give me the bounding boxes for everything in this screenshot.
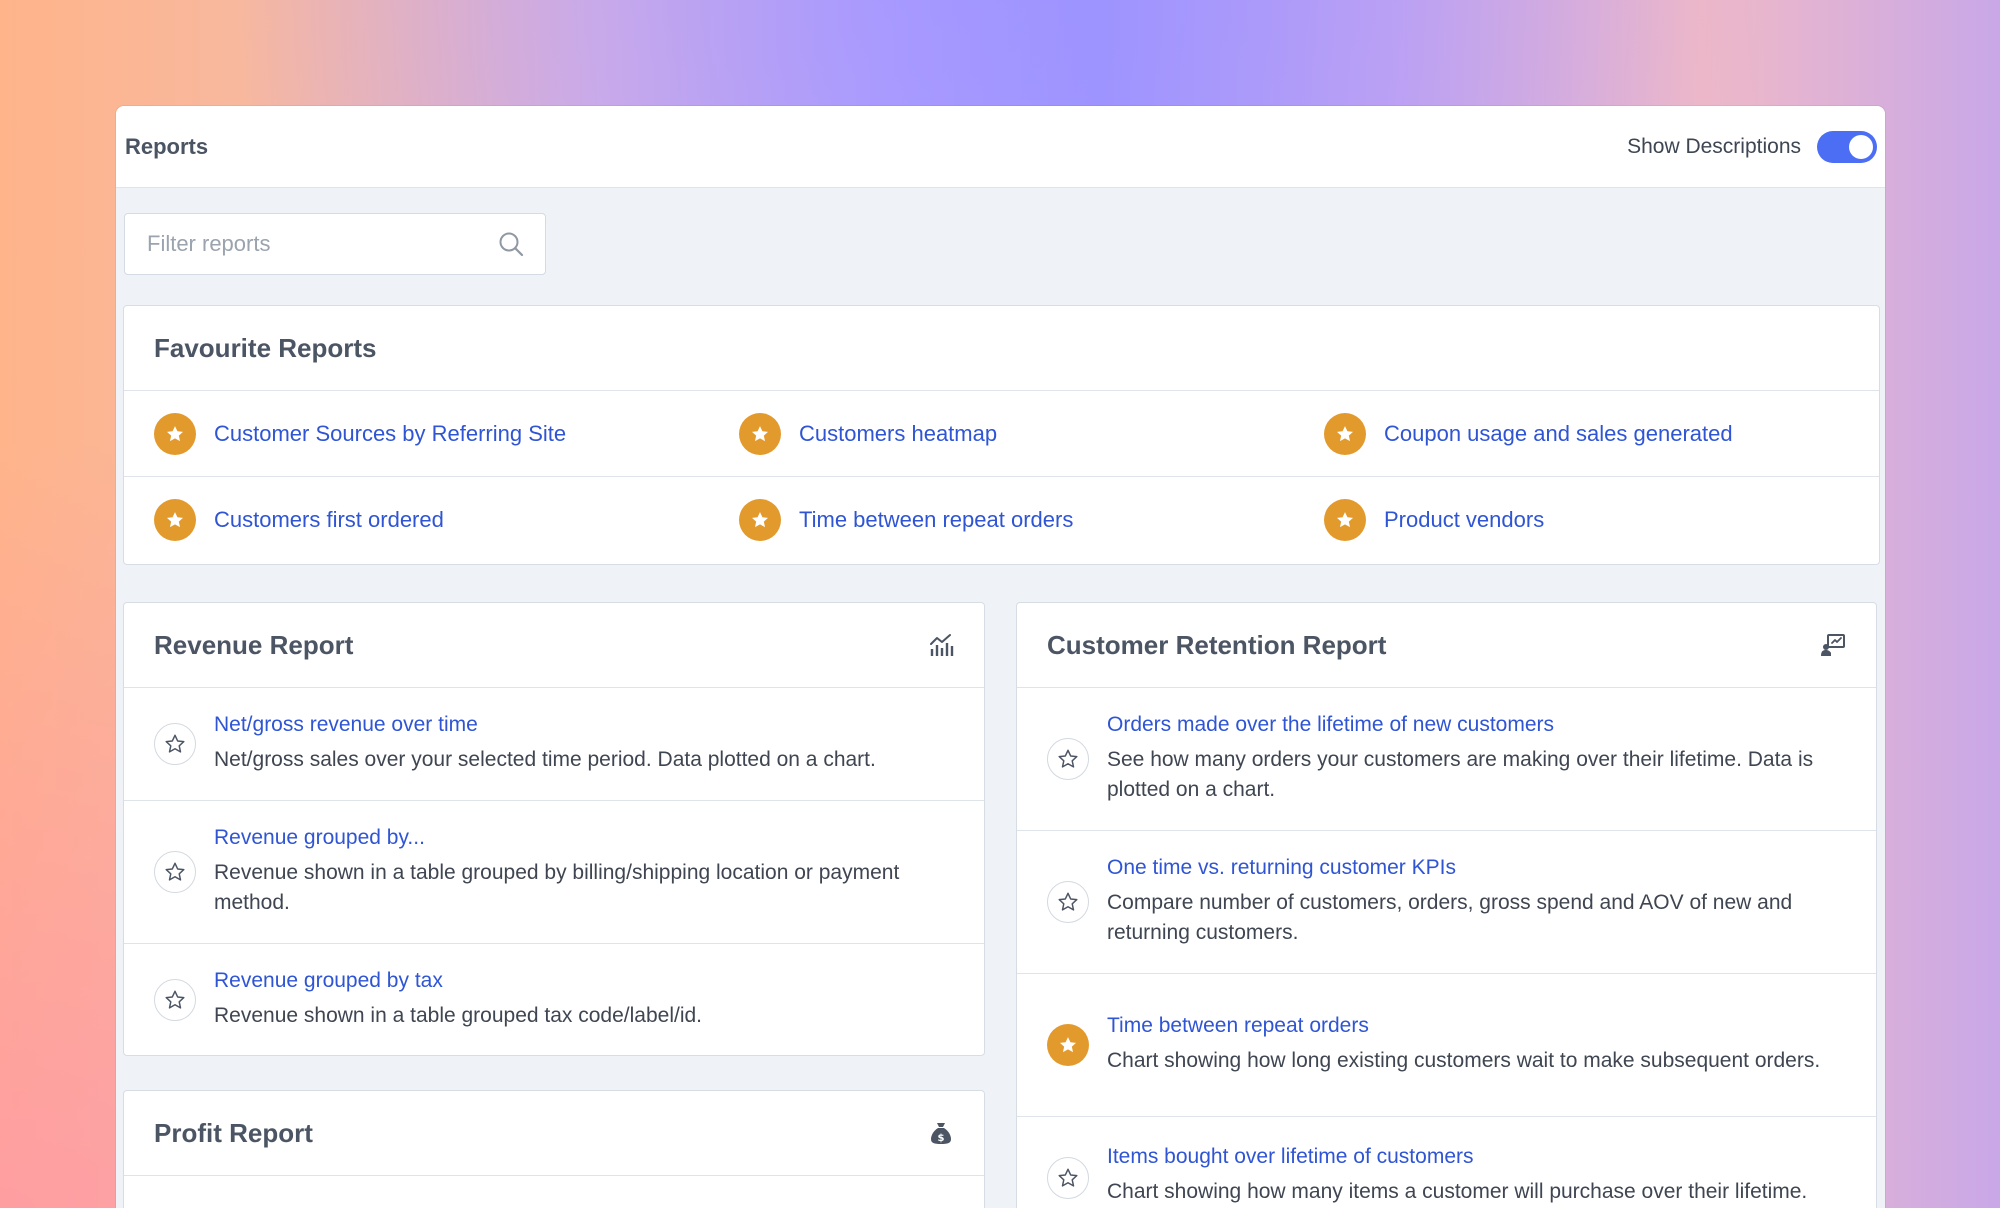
star-filled-icon[interactable] <box>1324 412 1366 455</box>
report-description: Chart showing how many items a customer … <box>1107 1180 1808 1203</box>
favourite-link[interactable]: Time between repeat orders <box>799 507 1073 533</box>
report-item: Revenue grouped by... Revenue shown in a… <box>124 801 984 944</box>
favourite-reports-header: Favourite Reports <box>124 306 1879 391</box>
favourite-link[interactable]: Coupon usage and sales generated <box>1384 421 1733 447</box>
favourite-reports-title: Favourite Reports <box>154 332 377 363</box>
star-outline-icon[interactable] <box>154 723 196 765</box>
favourite-item: Time between repeat orders <box>709 499 1294 541</box>
report-item: One time vs. returning customer KPIs Com… <box>1017 831 1876 974</box>
star-filled-icon[interactable] <box>739 499 781 541</box>
report-item-text: Net/gross revenue over time Net/gross sa… <box>214 713 876 775</box>
report-item-text: One time vs. returning customer KPIs Com… <box>1107 856 1846 948</box>
star-outline-icon[interactable] <box>154 851 196 893</box>
filter-reports-input[interactable] <box>147 231 497 257</box>
show-descriptions-label: Show Descriptions <box>1627 134 1801 158</box>
favourite-item: Customers first ordered <box>124 499 709 541</box>
report-description: See how many orders your customers are m… <box>1107 748 1814 801</box>
report-item-text: Time between repeat orders Chart showing… <box>1107 1014 1820 1076</box>
report-description: Compare number of customers, orders, gro… <box>1107 891 1793 944</box>
report-item: Net/gross revenue over time Net/gross sa… <box>124 688 984 801</box>
report-link[interactable]: Net/gross revenue over time <box>214 713 876 737</box>
report-item-text: Revenue grouped by... Revenue shown in a… <box>214 826 954 918</box>
report-item: Revenue grouped by tax Revenue shown in … <box>124 944 984 1055</box>
report-item: Items bought over lifetime of customers … <box>1017 1117 1876 1208</box>
top-bar: Reports Show Descriptions <box>116 106 1885 188</box>
report-item-text: Revenue grouped by tax Revenue shown in … <box>214 969 702 1031</box>
profit-report-card: Profit Report $ <box>123 1090 985 1208</box>
star-filled-icon[interactable] <box>154 499 196 541</box>
revenue-report-title: Revenue Report <box>154 629 354 660</box>
report-link[interactable]: Revenue grouped by... <box>214 826 954 850</box>
filter-reports-box <box>124 213 546 275</box>
toggle-knob <box>1849 134 1873 159</box>
presentation-icon <box>1821 634 1845 656</box>
star-outline-icon[interactable] <box>1047 738 1089 780</box>
report-item-text: Orders made over the lifetime of new cus… <box>1107 713 1846 805</box>
favourite-link[interactable]: Product vendors <box>1384 507 1544 533</box>
favourite-item: Customer Sources by Referring Site <box>124 412 709 455</box>
report-description: Net/gross sales over your selected time … <box>214 748 876 771</box>
favourite-link[interactable]: Customers first ordered <box>214 507 444 533</box>
svg-text:$: $ <box>938 1133 945 1144</box>
report-link[interactable]: Orders made over the lifetime of new cus… <box>1107 713 1846 737</box>
favourite-item: Coupon usage and sales generated <box>1294 412 1879 455</box>
favourite-link[interactable]: Customer Sources by Referring Site <box>214 421 566 447</box>
reports-window: Reports Show Descriptions Favourite Repo… <box>116 106 1885 1208</box>
revenue-report-card: Revenue Report Net/gross revenue over ti… <box>123 602 985 1056</box>
favourite-item: Customers heatmap <box>709 412 1294 455</box>
report-link[interactable]: Time between repeat orders <box>1107 1014 1820 1038</box>
favourite-row: Customer Sources by Referring Site Custo… <box>124 391 1879 477</box>
favourite-row: Customers first ordered Time between rep… <box>124 477 1879 563</box>
star-filled-icon[interactable] <box>739 412 781 455</box>
search-icon[interactable] <box>497 230 525 258</box>
revenue-report-header: Revenue Report <box>124 603 984 688</box>
star-filled-icon[interactable] <box>154 412 196 455</box>
star-outline-icon[interactable] <box>1047 881 1089 923</box>
star-outline-icon[interactable] <box>1047 1157 1089 1199</box>
customer-retention-report-title: Customer Retention Report <box>1047 629 1387 660</box>
profit-report-title: Profit Report <box>154 1117 313 1148</box>
report-description: Chart showing how long existing customer… <box>1107 1049 1821 1072</box>
star-filled-icon[interactable] <box>1047 1024 1089 1066</box>
report-item: Time between repeat orders Chart showing… <box>1017 974 1876 1117</box>
star-outline-icon[interactable] <box>154 979 196 1021</box>
report-link[interactable]: Revenue grouped by tax <box>214 969 702 993</box>
show-descriptions-control: Show Descriptions <box>1627 130 1877 163</box>
report-link[interactable]: One time vs. returning customer KPIs <box>1107 856 1846 880</box>
profit-report-header: Profit Report $ <box>124 1091 984 1176</box>
report-item-text: Items bought over lifetime of customers … <box>1107 1145 1807 1207</box>
favourite-link[interactable]: Customers heatmap <box>799 421 997 447</box>
chart-icon <box>930 634 954 656</box>
report-description: Revenue shown in a table grouped by bill… <box>214 861 900 914</box>
report-description: Revenue shown in a table grouped tax cod… <box>214 1004 703 1027</box>
favourite-item: Product vendors <box>1294 499 1879 541</box>
show-descriptions-toggle[interactable] <box>1817 130 1877 163</box>
report-link[interactable]: Items bought over lifetime of customers <box>1107 1145 1807 1169</box>
page-title: Reports <box>125 133 209 159</box>
report-item: Orders made over the lifetime of new cus… <box>1017 688 1876 831</box>
favourite-reports-card: Favourite Reports Customer Sources by Re… <box>123 305 1880 565</box>
customer-retention-report-card: Customer Retention Report Orders made ov… <box>1016 602 1877 1208</box>
money-bag-icon: $ <box>931 1123 951 1144</box>
star-filled-icon[interactable] <box>1324 499 1366 541</box>
customer-retention-report-header: Customer Retention Report <box>1017 603 1876 688</box>
